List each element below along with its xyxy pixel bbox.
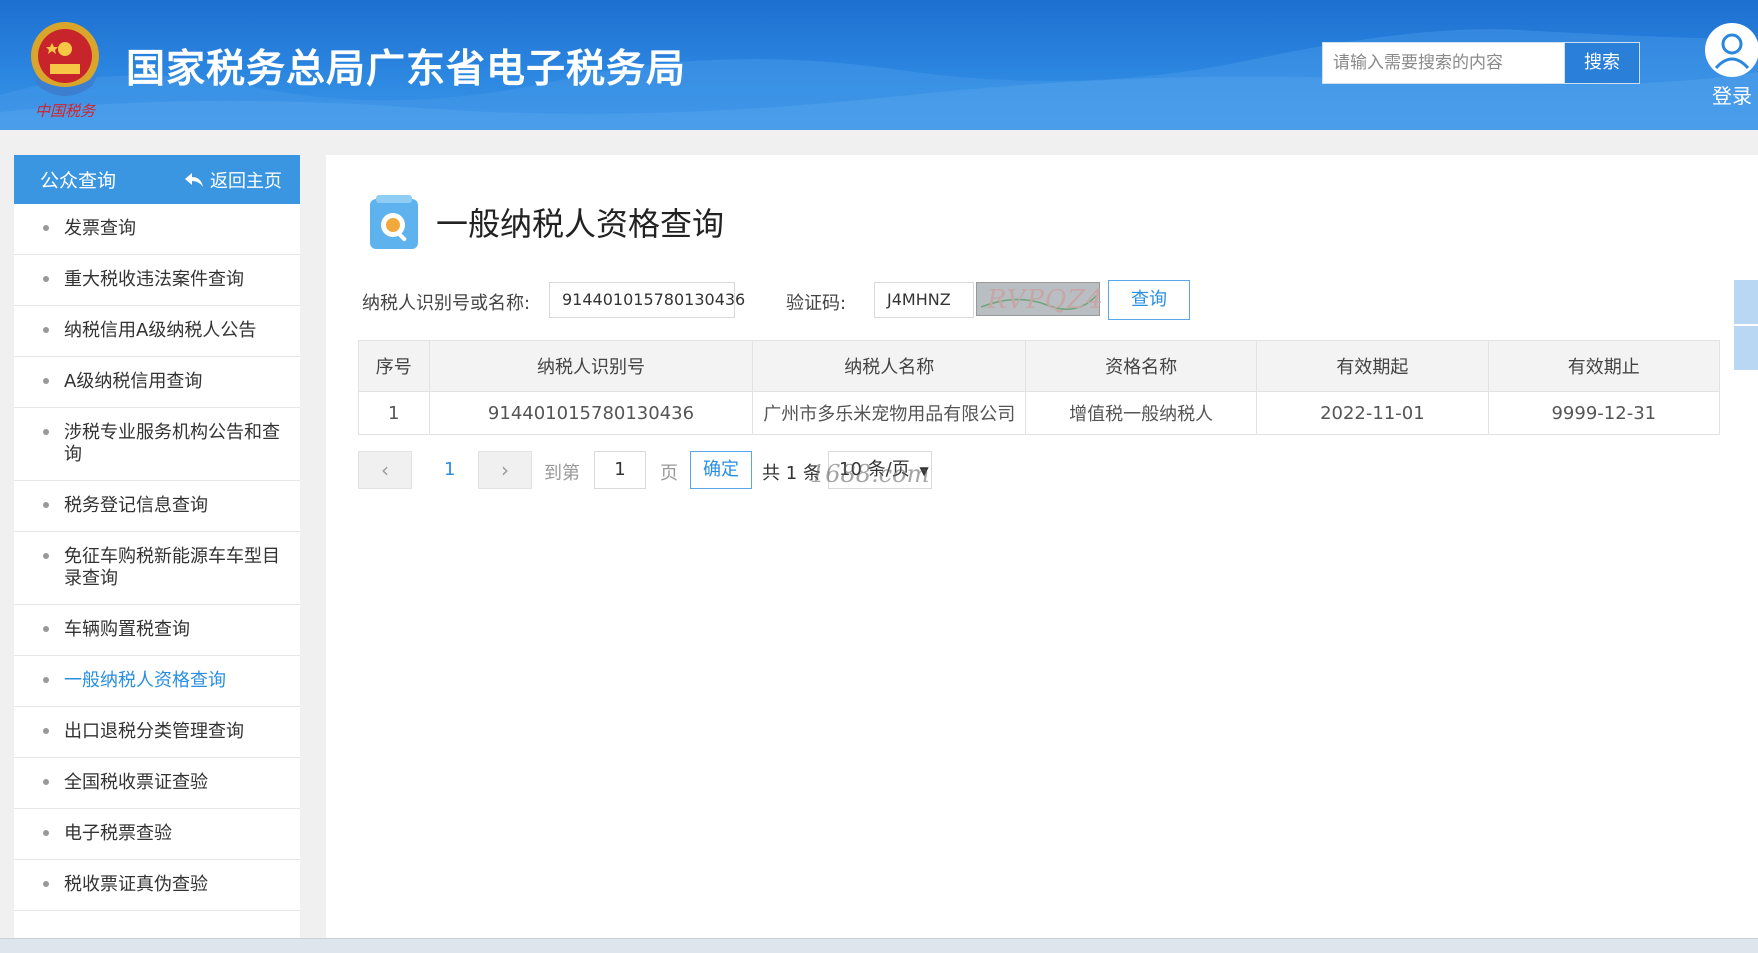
search-button[interactable]: 搜索 [1564,43,1639,83]
sidebar-item-a-level-announcement[interactable]: 纳税信用A级纳税人公告 [14,306,300,357]
table-cell: 1 [358,391,430,435]
sidebar-header: 公众查询 返回主页 [14,155,300,204]
search-input[interactable] [1323,43,1565,83]
column-header: 有效期止 [1487,340,1721,392]
bullet-icon [43,728,49,734]
table-cell: 9999-12-31 [1487,391,1721,435]
main-panel: 一般纳税人资格查询 纳税人识别号或名称: 914401015780130436 … [326,155,1758,952]
table-header-row: 序号 纳税人识别号 纳税人名称 资格名称 有效期起 有效期止 [358,340,1721,392]
table-cell: 2022-11-01 [1256,391,1489,435]
bullet-icon [43,830,49,836]
sidebar-item-tax-agency-query[interactable]: 涉税专业服务机构公告和查询 [14,408,300,481]
sidebar-item-label: 车辆购置税查询 [64,619,190,640]
bullet-icon [43,429,49,435]
sidebar-item-label: 税务登记信息查询 [64,495,208,516]
bullet-icon [43,276,49,282]
login-button[interactable]: 登录 [1700,22,1758,109]
sidebar-item-voucher-authenticity-check[interactable]: 税收票证真伪查验 [14,860,300,911]
prev-page-button[interactable]: ‹ [358,451,412,489]
query-button[interactable]: 查询 [1108,280,1190,320]
sidebar-item-label: 电子税票查验 [64,823,172,844]
sidebar-title: 公众查询 [40,170,117,192]
os-taskbar [0,938,1758,953]
taxpayer-label: 纳税人识别号或名称: [362,293,531,314]
login-label: 登录 [1712,84,1752,108]
sidebar-item-label: 免征车购税新能源车车型目录查询 [64,546,280,589]
goto-confirm-button[interactable]: 确定 [690,451,752,489]
column-header: 有效期起 [1256,340,1489,392]
bullet-icon [43,327,49,333]
captcha-image[interactable]: RVPQZ4 [976,282,1103,316]
edit-tool-button[interactable] [1734,326,1758,370]
sidebar-item-label: 重大税收违法案件查询 [64,269,244,290]
bullet-icon [43,626,49,632]
sidebar-item-invoice-query[interactable]: 发票查询 [14,204,300,255]
sidebar-item-e-voucher-check[interactable]: 电子税票查验 [14,809,300,860]
bullet-icon [43,225,49,231]
column-header: 资格名称 [1025,340,1258,392]
back-home-label: 返回主页 [210,171,282,192]
user-avatar-icon [1705,23,1758,77]
search-document-icon [370,195,418,249]
sidebar-item-label: 税收票证真伪查验 [64,874,208,895]
taxpayer-id-input[interactable]: 914401015780130436 [549,282,745,318]
watermark: 1688.com [810,460,930,488]
sidebar-item-a-level-credit-query[interactable]: A级纳税信用查询 [14,357,300,408]
site-header: 中国税务 国家税务总局广东省电子税务局 搜索 登录 [0,0,1758,130]
emblem-caption: 中国税务 [35,102,97,120]
goto-label: 到第 [544,463,580,484]
column-header: 纳税人名称 [752,340,1027,392]
table-cell: 增值税一般纳税人 [1025,391,1258,435]
sidebar-item-export-refund-query[interactable]: 出口退税分类管理查询 [14,707,300,758]
bullet-icon [43,677,49,683]
table-row: 1 914401015780130436 广州市多乐米宠物用品有限公司 增值税一… [358,391,1721,435]
sidebar-item-label: 发票查询 [64,218,136,239]
header-search: 搜索 [1322,42,1640,84]
page-unit-label: 页 [660,463,678,484]
goto-page-input[interactable]: 1 [594,451,646,489]
captcha-input[interactable]: J4MHNZ [874,282,974,318]
sidebar: 公众查询 返回主页 发票查询 重大税收违法案件查询 纳税信用A级纳税人公告 A级… [14,155,300,952]
results-table: 序号 纳税人识别号 纳税人名称 资格名称 有效期起 有效期止 1 9144010… [358,340,1721,435]
sidebar-item-label: 出口退税分类管理查询 [64,721,244,742]
page-title: 一般纳税人资格查询 [436,205,725,243]
bullet-icon [43,378,49,384]
column-header: 序号 [358,340,430,392]
next-page-button[interactable]: › [478,451,532,489]
sidebar-item-label: A级纳税信用查询 [64,371,203,392]
sidebar-item-vehicle-tax-query[interactable]: 车辆购置税查询 [14,605,300,656]
table-cell: 914401015780130436 [428,391,754,435]
sidebar-item-general-taxpayer-query[interactable]: 一般纳税人资格查询 [14,656,300,707]
captcha-label: 验证码: [786,293,847,314]
column-header: 纳税人识别号 [428,340,754,392]
back-arrow-icon [185,173,203,187]
sidebar-item-label: 全国税收票证查验 [64,772,208,793]
bullet-icon [43,881,49,887]
captcha-text: RVPQZ4 [987,285,1104,315]
site-title: 国家税务总局广东省电子税务局 [126,47,687,92]
sidebar-item-registration-query[interactable]: 税务登记信息查询 [14,481,300,532]
sidebar-item-label: 纳税信用A级纳税人公告 [64,320,257,341]
sidebar-item-label: 一般纳税人资格查询 [64,670,226,691]
bullet-icon [43,502,49,508]
bullet-icon [43,553,49,559]
side-toolbar [1734,280,1758,372]
current-page-number[interactable]: 1 [444,459,455,480]
table-cell: 广州市多乐米宠物用品有限公司 [752,391,1027,435]
tax-emblem-logo: 中国税务 [31,22,99,120]
feedback-tool-button[interactable] [1734,280,1758,324]
sidebar-item-major-violation-query[interactable]: 重大税收违法案件查询 [14,255,300,306]
bullet-icon [43,779,49,785]
back-home-link[interactable]: 返回主页 [184,167,282,193]
sidebar-item-national-voucher-check[interactable]: 全国税收票证查验 [14,758,300,809]
sidebar-item-label: 涉税专业服务机构公告和查询 [64,422,280,465]
sidebar-item-nev-catalog-query[interactable]: 免征车购税新能源车车型目录查询 [14,532,300,605]
